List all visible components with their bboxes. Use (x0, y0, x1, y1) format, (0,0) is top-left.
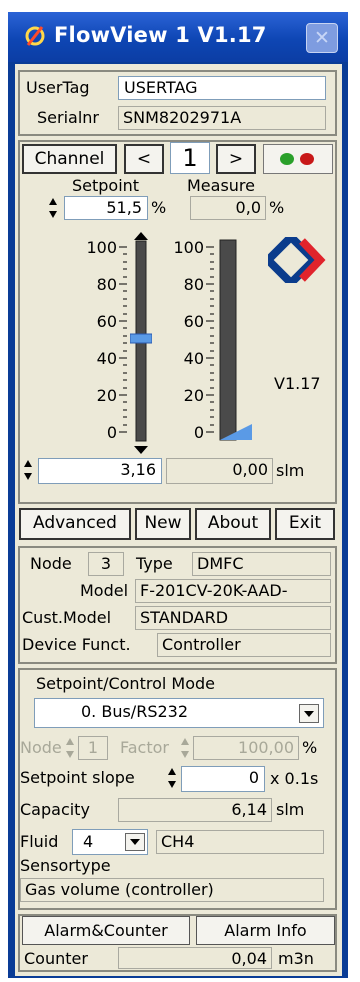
control-mode-label: Setpoint/Control Mode (36, 674, 215, 693)
capacity-label: Capacity (20, 800, 90, 819)
advanced-button[interactable]: Advanced (19, 508, 131, 540)
factor-value: 100,00 (193, 736, 299, 760)
tick-label: 20 (183, 386, 204, 405)
usertag-field[interactable]: USERTAG (118, 76, 326, 100)
slope-spin-icon[interactable] (167, 766, 177, 790)
node-value: 3 (88, 552, 124, 576)
identity-panel: UserTag USERTAG Serialnr SNM8202971A (18, 70, 337, 136)
tick-label: 60 (183, 312, 204, 331)
tick-label: 60 (96, 312, 117, 331)
channel-prev-button[interactable]: < (124, 144, 164, 174)
factor-label: Factor (120, 738, 169, 757)
tick-label: 40 (96, 349, 117, 368)
fluid-name: CH4 (156, 830, 324, 854)
setpoint-slider-thumb[interactable] (130, 333, 152, 344)
chevron-down-icon[interactable] (125, 833, 145, 851)
new-button[interactable]: New (135, 508, 191, 540)
status-leds (263, 144, 333, 174)
alarm-info-button[interactable]: Alarm Info (196, 916, 335, 945)
tick-label: 0 (193, 423, 204, 442)
exit-button[interactable]: Exit (275, 508, 335, 540)
measure-unit: % (269, 198, 285, 217)
tick-label: 100 (86, 238, 117, 257)
version-label: V1.17 (274, 374, 321, 393)
channel-button[interactable]: Channel (22, 144, 117, 174)
control-mode-select[interactable]: 0. Bus/RS232 (34, 698, 324, 728)
channel-panel: Channel < 1 > Setpoint Measure 51,5 % 0,… (18, 140, 337, 504)
tick-label: 80 (96, 275, 117, 294)
app-icon (25, 26, 45, 46)
channel-number: 1 (170, 142, 210, 174)
type-value: DMFC (192, 552, 331, 576)
setpoint-slider[interactable] (130, 232, 152, 454)
measure-value: 0,0 (190, 196, 266, 220)
title-bar[interactable]: FlowView 1 V1.17 ✕ (8, 12, 348, 62)
tick-label: 0 (106, 423, 117, 442)
tick-label: 20 (96, 386, 117, 405)
factor-spin-icon (181, 738, 189, 758)
close-icon: ✕ (314, 27, 330, 49)
close-button[interactable]: ✕ (306, 23, 338, 53)
fluid-select[interactable]: 4 (72, 829, 148, 855)
control-mode-value: 0. Bus/RS232 (81, 702, 189, 721)
tick-label: 80 (183, 275, 204, 294)
tick-label: 100 (173, 238, 204, 257)
cust-model-label: Cust.Model (22, 608, 112, 627)
flow-setpoint-input[interactable]: 3,16 (38, 458, 162, 484)
sensortype-label: Sensortype (20, 856, 111, 875)
channel-next-button[interactable]: > (216, 144, 256, 174)
measure-bar (219, 239, 252, 441)
counter-unit: m3n (278, 949, 314, 968)
setpoint-spin-icon[interactable] (48, 196, 58, 220)
measure-label: Measure (187, 176, 255, 195)
usertag-label: UserTag (26, 78, 90, 97)
setpoint-slope-unit: x 0.1s (270, 769, 319, 788)
model-value: F-201CV-20K-AAD- (135, 579, 331, 603)
alarm-counter-button[interactable]: Alarm&Counter (22, 916, 190, 945)
flow-unit: slm (276, 461, 305, 480)
fluid-label: Fluid (20, 832, 59, 851)
setpoint-input[interactable]: 51,5 (64, 196, 148, 220)
ctrl-node-label: Node (20, 738, 62, 757)
alarm-panel: Alarm&Counter Alarm Info Counter 0,04 m3… (18, 914, 337, 972)
about-button[interactable]: About (195, 508, 271, 540)
green-led-icon (280, 153, 294, 165)
app-window: FlowView 1 V1.17 ✕ UserTag USERTAG Seria… (8, 12, 348, 978)
red-led-icon (300, 153, 314, 165)
control-panel: Setpoint/Control Mode 0. Bus/RS232 Node … (18, 668, 337, 910)
setpoint-label: Setpoint (72, 176, 140, 195)
type-label: Type (136, 554, 173, 573)
chevron-down-icon[interactable] (299, 704, 319, 723)
window-title: FlowView 1 V1.17 (54, 23, 267, 47)
capacity-unit: slm (276, 800, 305, 819)
flow-spin-icon[interactable] (23, 458, 33, 482)
measure-ticks (206, 246, 214, 433)
window-body: UserTag USERTAG Serialnr SNM8202971A Cha… (15, 64, 342, 976)
device-funct-label: Device Funct. (22, 635, 131, 654)
device-funct-value: Controller (157, 633, 331, 657)
setpoint-ticks (119, 246, 127, 433)
ctrl-node-spin-icon (66, 738, 74, 758)
factor-unit: % (302, 738, 318, 757)
sensortype-value: Gas volume (controller) (20, 878, 324, 902)
serial-value: SNM8202971A (118, 106, 326, 130)
bronkhorst-logo-icon (268, 237, 326, 283)
device-info-panel: Node 3 Type DMFC Model F-201CV-20K-AAD- … (18, 546, 337, 664)
node-label: Node (30, 554, 72, 573)
capacity-value: 6,14 (118, 798, 272, 822)
serial-label: Serialnr (37, 108, 99, 127)
setpoint-unit: % (151, 198, 167, 217)
flow-measure-value: 0,00 (166, 458, 273, 484)
fluid-number: 4 (83, 832, 94, 851)
tick-label: 40 (183, 349, 204, 368)
ctrl-node-value: 1 (78, 736, 108, 760)
counter-label: Counter (24, 949, 88, 968)
setpoint-slope-label: Setpoint slope (20, 768, 135, 787)
cust-model-value: STANDARD (135, 606, 331, 630)
counter-value: 0,04 (118, 947, 272, 969)
setpoint-slope-input[interactable]: 0 (181, 766, 265, 792)
model-label: Model (80, 581, 129, 600)
